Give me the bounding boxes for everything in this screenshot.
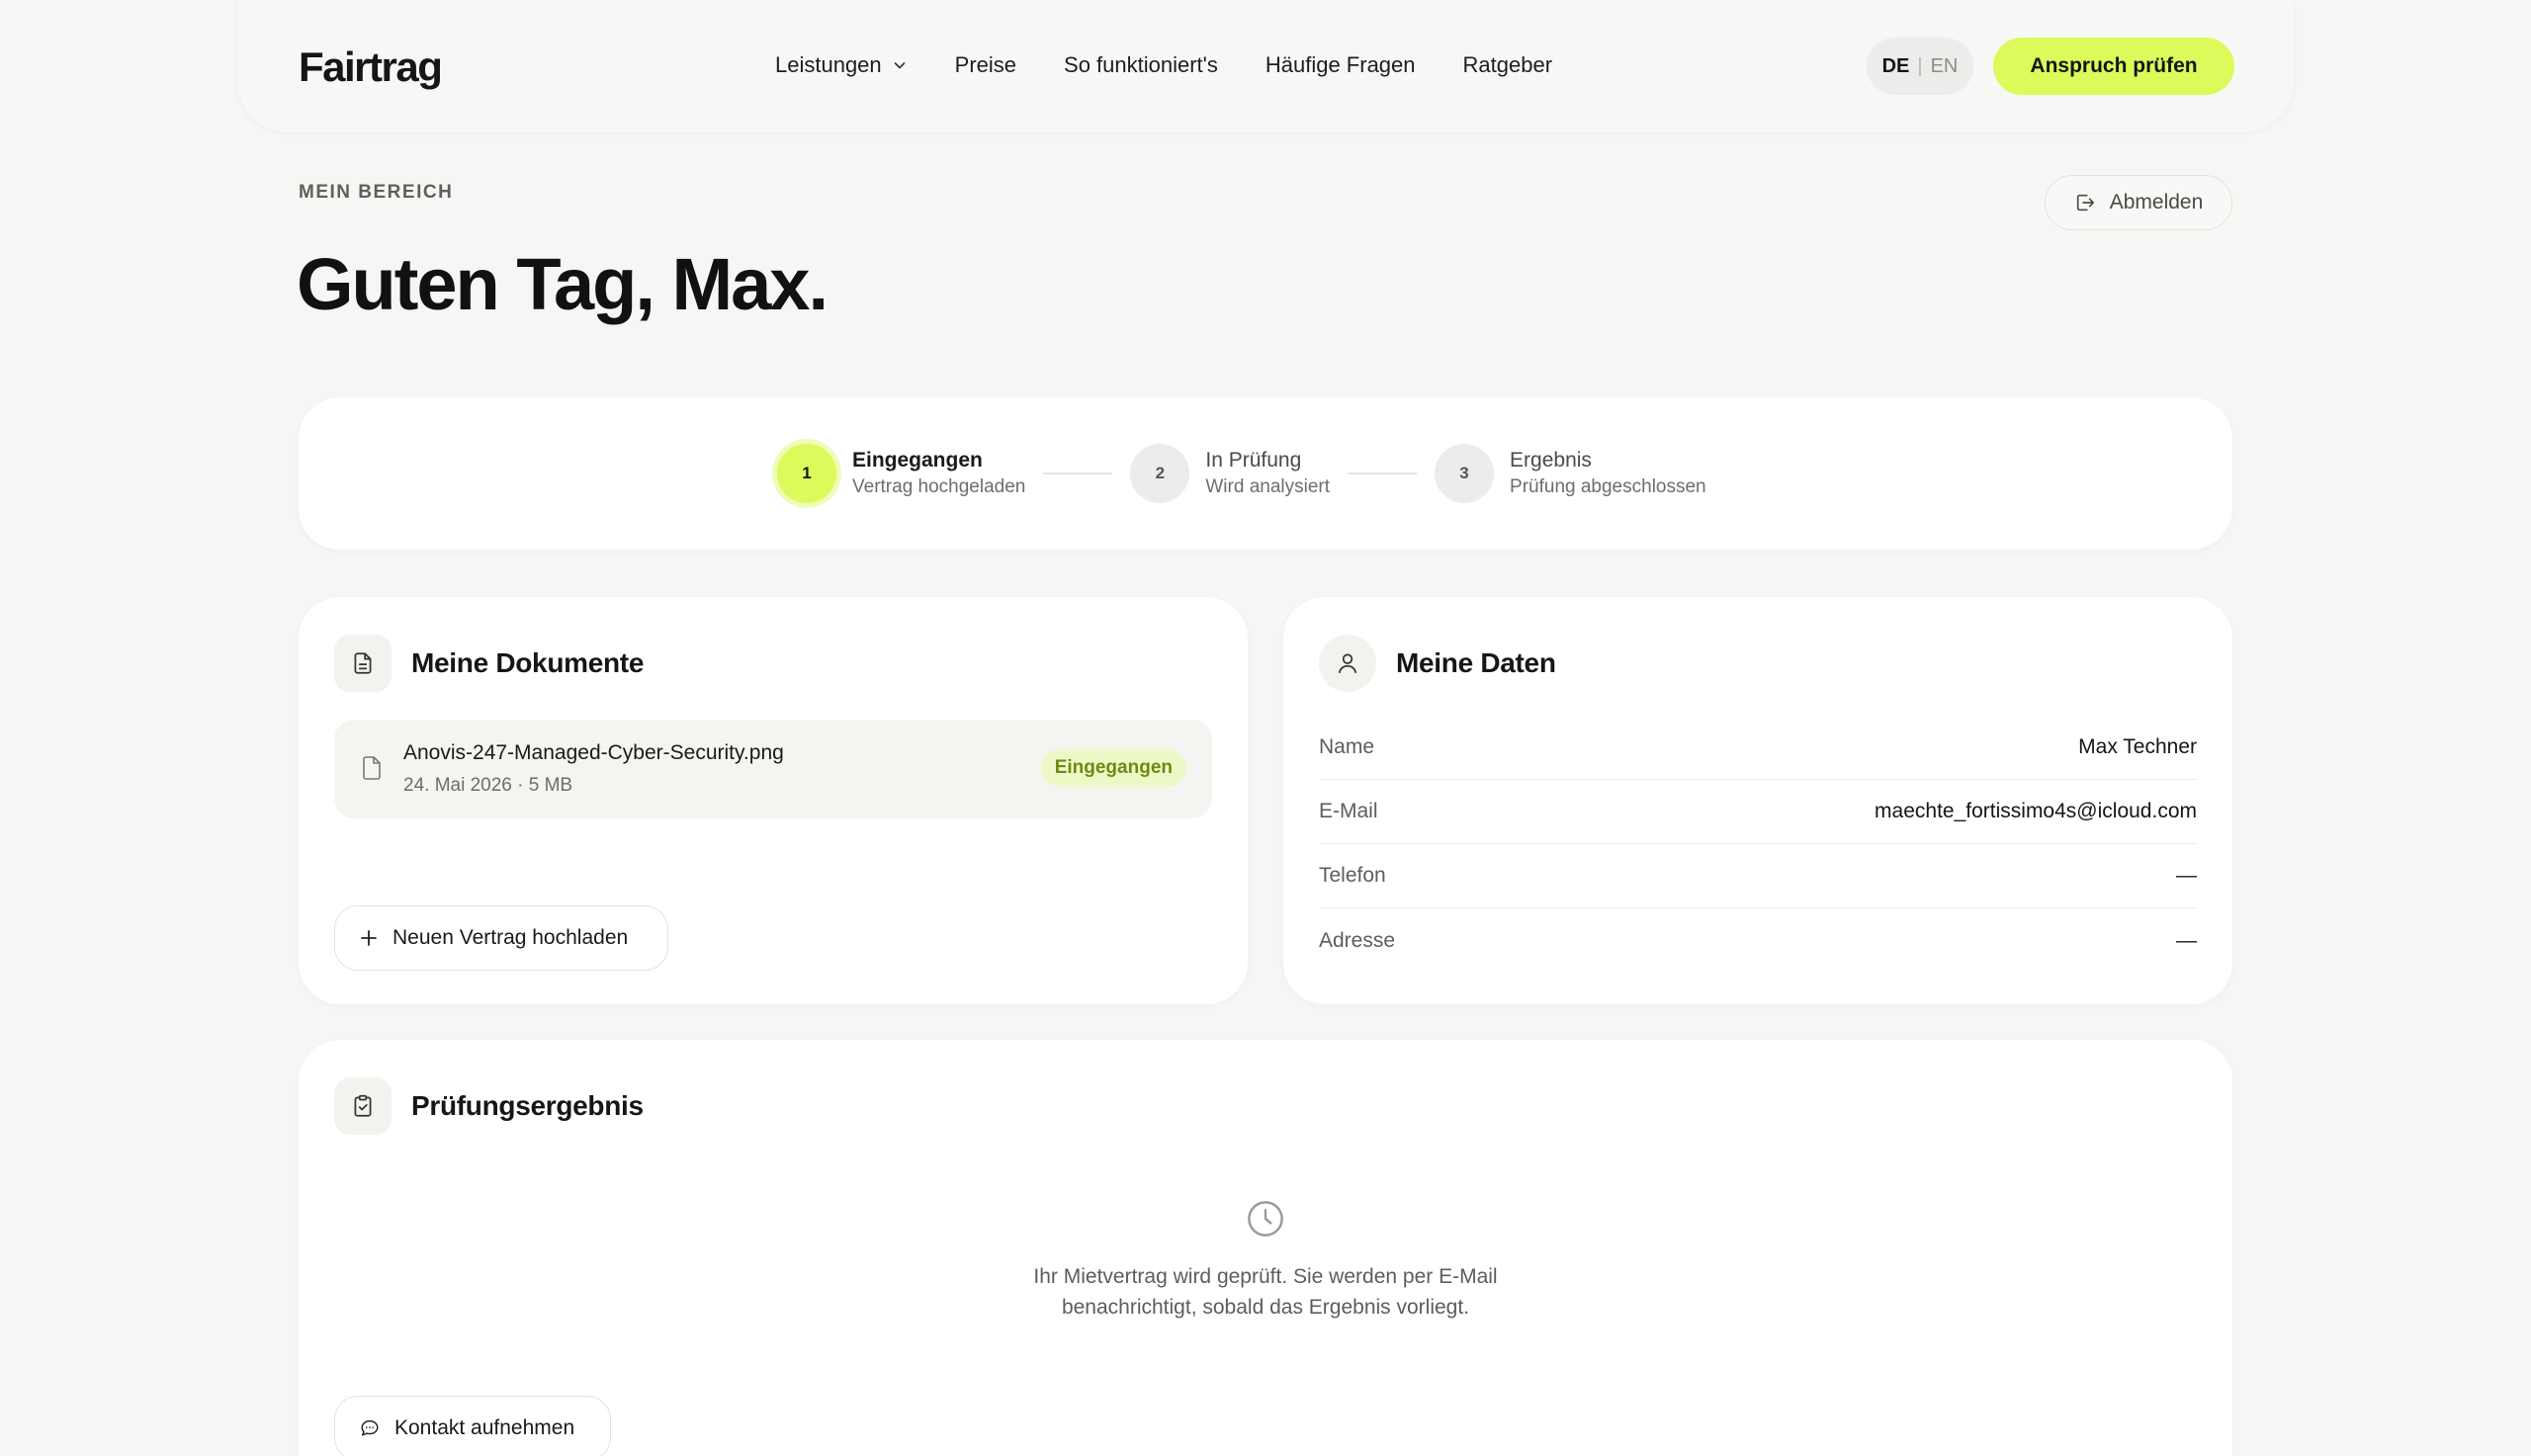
result-pending-message: Ihr Mietvertrag wird geprüft. Sie werden… [1033, 1265, 1498, 1319]
data-label: Adresse [1319, 928, 1396, 952]
logout-button[interactable]: Abmelden [2045, 175, 2232, 230]
review-result-header: Prüfungsergebnis [334, 1077, 644, 1135]
plus-icon [361, 930, 377, 946]
data-label: Telefon [1319, 864, 1386, 887]
contact-label: Kontakt aufnehmen [394, 1416, 575, 1439]
nav-item-so-funktionierts[interactable]: So funktioniert's [1064, 45, 1218, 85]
data-value: maechte_fortissimo4s@icloud.com [1875, 800, 2197, 822]
personal-data-card: Meine Daten Name Max Techner E-Mail maec… [1283, 597, 2232, 1004]
review-result-title: Prüfungsergebnis [411, 1090, 644, 1121]
step-number: 1 [777, 444, 836, 503]
data-row-phone: Telefon — [1319, 844, 2197, 908]
data-row-address: Adresse — [1319, 908, 2197, 973]
nav-item-ratgeber[interactable]: Ratgeber [1463, 45, 1553, 85]
data-label: E-Mail [1319, 800, 1378, 822]
step-number: 3 [1435, 444, 1495, 503]
data-value: — [2176, 928, 2197, 952]
personal-data-list: Name Max Techner E-Mail maechte_fortissi… [1319, 716, 2197, 973]
nav-item-leistungen[interactable]: Leistungen [775, 45, 908, 85]
upload-contract-button[interactable]: Neuen Vertrag hochladen [334, 905, 668, 971]
step-subtitle: Wird analysiert [1205, 476, 1331, 497]
documents-title: Meine Dokumente [411, 647, 645, 678]
nav-item-label: Ratgeber [1462, 52, 1553, 77]
step-connector [1348, 472, 1418, 474]
step-subtitle: Prüfung abgeschlossen [1510, 476, 1706, 497]
step-subtitle: Vertrag hochgeladen [852, 476, 1026, 497]
personal-data-title: Meine Daten [1396, 647, 1556, 678]
data-value: — [2176, 864, 2197, 887]
nav-item-label: Leistungen [775, 52, 882, 77]
nav-item-preise[interactable]: Preise [955, 45, 1016, 85]
lang-separator: | [1917, 54, 1923, 77]
review-result-card: Prüfungsergebnis Ihr Mietvertrag wird ge… [299, 1040, 2232, 1456]
clock-icon [1248, 1201, 1283, 1237]
data-row-email: E-Mail maechte_fortissimo4s@icloud.com [1319, 780, 2197, 844]
documents-header: Meine Dokumente [334, 635, 644, 692]
upload-label: Neuen Vertrag hochladen [393, 926, 629, 949]
step-in-review: 2 In Prüfung Wird analysiert [1130, 444, 1330, 503]
data-value: Max Techner [2078, 735, 2197, 758]
data-row-name: Name Max Techner [1319, 716, 2197, 780]
stepper-steps: 1 Eingegangen Vertrag hochgeladen 2 In P… [777, 443, 1706, 504]
contact-button[interactable]: Kontakt aufnehmen [334, 1396, 611, 1456]
personal-data-header: Meine Daten [1319, 635, 1556, 692]
chevron-down-icon [894, 62, 905, 69]
logout-label: Abmelden [2109, 191, 2204, 214]
status-badge: Eingegangen [1040, 749, 1186, 787]
page-title: Guten Tag, Max. [297, 243, 829, 325]
check-claim-button[interactable]: Anspruch prüfen [1993, 38, 2234, 95]
file-meta: 24. Mai 2026 · 5 MB [403, 775, 573, 796]
nav-item-label: Häufige Fragen [1265, 52, 1416, 77]
clipboard-check-icon [334, 1077, 392, 1135]
top-header: Fairtrag Leistungen Preise So funktionie… [237, 0, 2294, 132]
step-connector [1043, 472, 1113, 474]
main-nav: Leistungen Preise So funktioniert's Häuf… [775, 45, 1600, 85]
section-eyebrow: MEIN BEREICH [299, 182, 454, 203]
step-received: 1 Eingegangen Vertrag hochgeladen [777, 444, 1025, 503]
logo[interactable]: Fairtrag [299, 42, 443, 93]
language-switcher: DE | EN [1867, 38, 1973, 95]
nav-item-label: Preise [954, 52, 1017, 77]
step-title: Eingegangen [852, 449, 983, 471]
step-title: Ergebnis [1510, 449, 1592, 471]
chat-bubble-icon [361, 1419, 379, 1436]
documents-card: Meine Dokumente Anovis-247-Managed-Cyber… [299, 597, 1248, 1004]
nav-item-haeufige-fragen[interactable]: Häufige Fragen [1266, 45, 1416, 85]
file-icon [363, 756, 381, 780]
progress-stepper: 1 Eingegangen Vertrag hochgeladen 2 In P… [299, 397, 2232, 550]
user-icon [1319, 635, 1376, 692]
logout-icon [2076, 194, 2094, 212]
lang-en[interactable]: EN [1931, 55, 1959, 78]
step-title: In Prüfung [1205, 449, 1302, 471]
document-icon [334, 635, 392, 692]
lang-de[interactable]: DE [1882, 55, 1910, 78]
step-result: 3 Ergebnis Prüfung abgeschlossen [1435, 444, 1706, 503]
nav-item-label: So funktioniert's [1064, 52, 1218, 77]
step-number: 2 [1130, 444, 1190, 503]
data-label: Name [1319, 735, 1375, 758]
file-name: Anovis-247-Managed-Cyber-Security.png [403, 741, 784, 764]
file-row[interactable]: Anovis-247-Managed-Cyber-Security.png 24… [334, 720, 1212, 818]
result-pending-state: Ihr Mietvertrag wird geprüft. Sie werden… [299, 1198, 2232, 1323]
